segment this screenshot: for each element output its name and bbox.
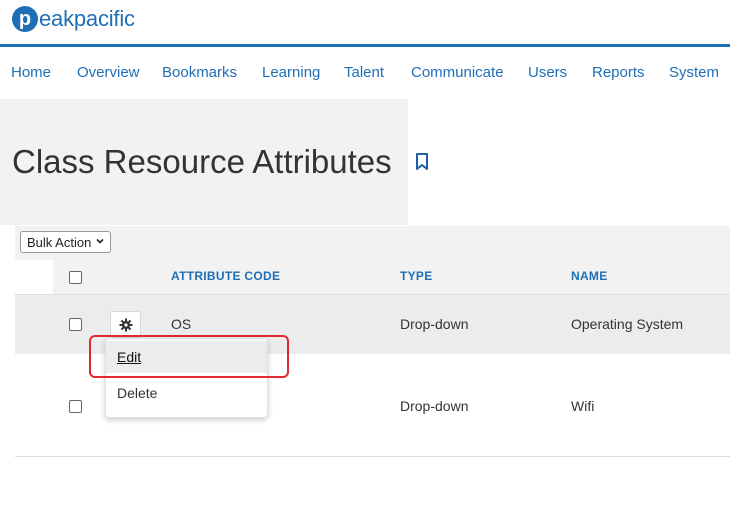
menu-item-label: Edit [117, 349, 142, 365]
menu-item-delete[interactable]: Delete [106, 377, 267, 409]
cell-name: Wifi [571, 398, 595, 414]
bulk-action-bar [15, 226, 730, 260]
nav-item-communicate[interactable]: Communicate [411, 64, 504, 81]
nav-item-reports[interactable]: Reports [592, 64, 645, 81]
brand-logo[interactable]: p eakpacific [12, 6, 135, 32]
main-nav: Home Overview Bookmarks Learning Talent … [0, 64, 730, 84]
cell-type: Drop-down [400, 316, 469, 332]
logo-text: eakpacific [39, 6, 135, 31]
cell-name: Operating System [571, 316, 684, 332]
row-actions-menu: Edit Delete [105, 338, 268, 418]
gear-icon [119, 318, 132, 331]
bulk-action-select[interactable]: Bulk Action [20, 231, 111, 253]
menu-item-label: Delete [117, 385, 158, 401]
nav-item-system[interactable]: System [669, 64, 719, 81]
bookmark-icon[interactable] [414, 152, 430, 172]
column-header-type[interactable]: TYPE [400, 269, 433, 283]
row-actions-button[interactable] [110, 311, 141, 338]
nav-item-learning[interactable]: Learning [262, 64, 320, 81]
row-checkbox[interactable] [69, 400, 82, 413]
column-header-name[interactable]: NAME [571, 269, 608, 283]
chevron-down-icon [96, 238, 104, 244]
select-all-checkbox[interactable] [69, 271, 82, 284]
nav-item-home[interactable]: Home [11, 64, 51, 81]
logo-mark: p [12, 6, 38, 32]
nav-item-users[interactable]: Users [528, 64, 567, 81]
menu-item-edit[interactable]: Edit [106, 341, 267, 373]
cell-attribute-code: OS [171, 316, 192, 332]
table-header [15, 260, 730, 294]
bulk-action-value: Bulk Action [27, 234, 92, 250]
page-title: Class Resource Attributes [12, 143, 392, 180]
row-checkbox[interactable] [69, 318, 82, 331]
column-header-attribute-code[interactable]: ATTRIBUTE CODE [171, 269, 280, 283]
cell-type: Drop-down [400, 398, 469, 414]
attributes-table: Bulk Action ATTRIBUTE CODE TYPE NAME OS … [15, 226, 730, 457]
nav-item-overview[interactable]: Overview [77, 64, 140, 81]
nav-item-talent[interactable]: Talent [344, 64, 384, 81]
nav-item-bookmarks[interactable]: Bookmarks [162, 64, 237, 81]
header-divider [0, 44, 730, 47]
